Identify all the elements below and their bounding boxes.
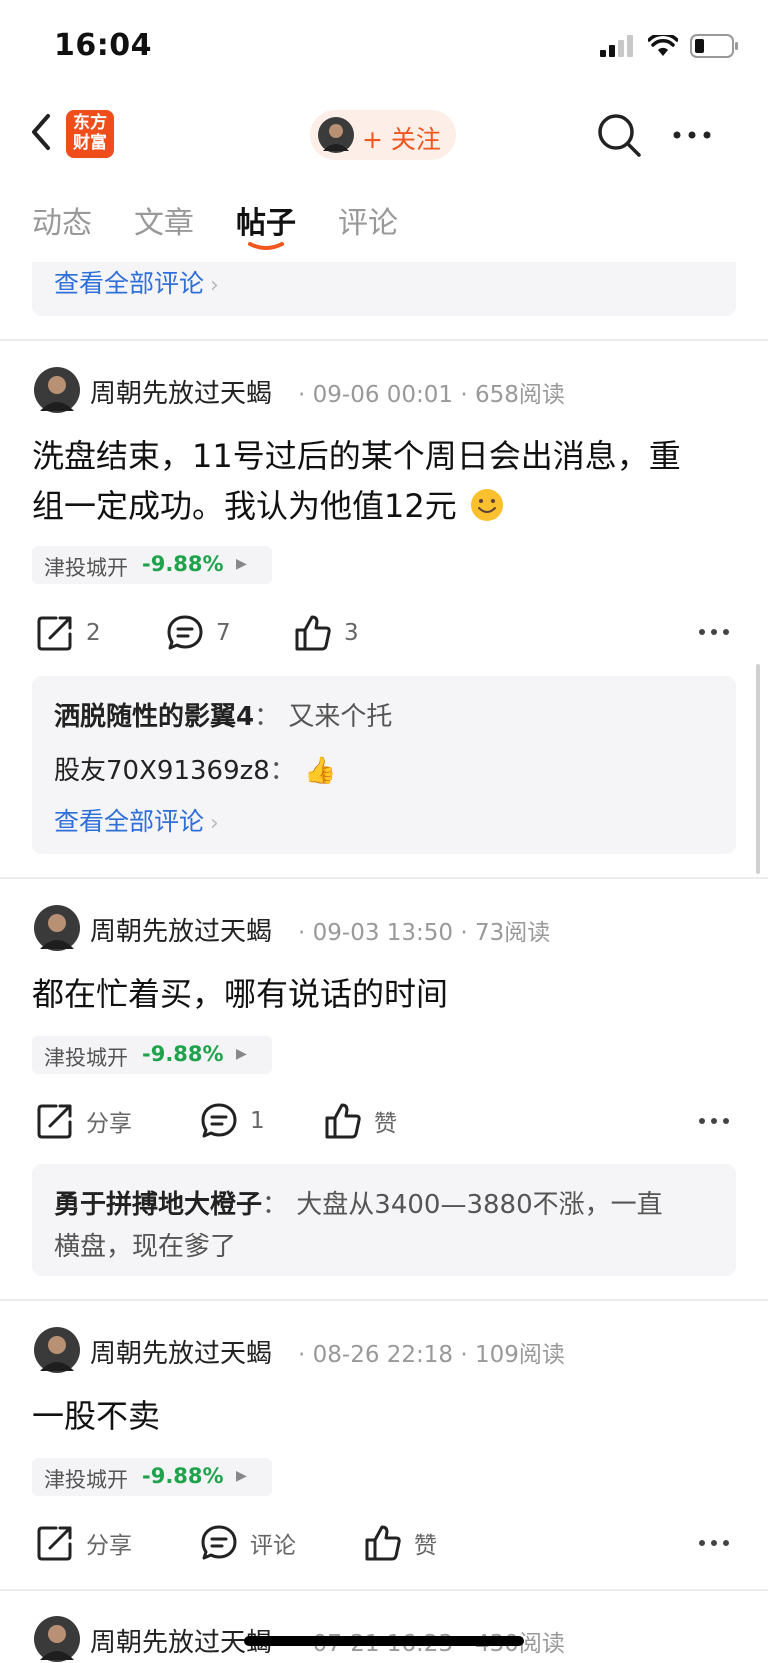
post-meta: · 09-03 13:50 · 73阅读	[298, 920, 551, 946]
comment-button[interactable]: 7	[166, 614, 231, 652]
tab-comments[interactable]: 评论	[338, 198, 398, 242]
post-header: 周朝先放过天蝎 · 09-06 00:01 · 658阅读	[34, 367, 734, 413]
comment-item[interactable]: 股友70X91369z8： 👍	[54, 750, 336, 787]
comment-icon	[201, 1525, 237, 1560]
follow-button[interactable]: + 关注	[310, 110, 456, 160]
status-time: 16:04	[54, 28, 152, 63]
post-more-icon[interactable]	[698, 1539, 730, 1547]
smiley-emoji-icon	[470, 489, 503, 521]
divider	[0, 1299, 768, 1301]
share-icon	[37, 1104, 72, 1139]
thumbs-up-icon	[295, 615, 331, 651]
comment-icon	[167, 615, 203, 650]
search-icon[interactable]	[596, 112, 642, 158]
tab-posts[interactable]: 帖子	[236, 198, 296, 242]
avatar[interactable]	[34, 905, 80, 951]
share-icon	[37, 616, 72, 651]
comment-button[interactable]: 1	[200, 1102, 265, 1140]
like-button[interactable]: 赞	[324, 1102, 397, 1140]
comment-icon	[201, 1103, 237, 1138]
post-header: 周朝先放过天蝎 · 08-26 22:18 · 109阅读	[34, 1327, 734, 1373]
avatar[interactable]	[34, 1327, 80, 1373]
thumbs-up-emoji: 👍	[304, 756, 337, 786]
thumbs-up-icon	[325, 1103, 361, 1139]
scrollbar[interactable]	[756, 664, 760, 874]
signal-icon	[600, 35, 633, 57]
post-more-icon[interactable]	[698, 628, 730, 636]
author-name[interactable]: 周朝先放过天蝎	[90, 911, 272, 948]
tab-active-indicator	[248, 242, 284, 250]
comment-card: 洒脱随性的影翼4： 又来个托 股友70X91369z8： 👍 查看全部评论 ›	[32, 676, 736, 854]
share-button[interactable]: 分享	[36, 1524, 132, 1562]
app-logo: 东方 财富	[66, 110, 114, 158]
post-meta: · 09-06 00:01 · 658阅读	[298, 382, 565, 408]
view-all-comments-link[interactable]: 查看全部评论 ›	[54, 802, 219, 838]
play-arrow-icon: ▶	[236, 1468, 247, 1484]
wifi-icon	[648, 35, 678, 56]
comment-item-continued: 横盘，现在爹了	[54, 1232, 237, 1262]
author-name[interactable]: 周朝先放过天蝎	[90, 373, 272, 410]
share-button[interactable]: 分享	[36, 1102, 132, 1140]
stock-tag[interactable]: 津投城开 -9.88% ▶	[32, 1458, 272, 1496]
divider	[0, 877, 768, 879]
tab-bar: 动态 文章 帖子 评论	[0, 198, 768, 254]
like-button[interactable]: 3	[294, 614, 359, 652]
author-name[interactable]: 周朝先放过天蝎	[90, 1333, 272, 1370]
comment-item[interactable]: 勇于拼搏地大橙子： 大盘从3400—3880不涨，一直	[54, 1184, 663, 1221]
comment-item[interactable]: 洒脱随性的影翼4： 又来个托	[54, 696, 392, 733]
follow-label: + 关注	[362, 125, 441, 154]
like-button[interactable]: 赞	[364, 1524, 437, 1562]
post-meta: · 08-26 22:18 · 109阅读	[298, 1342, 565, 1368]
tab-dynamics[interactable]: 动态	[32, 198, 92, 242]
thumbs-up-icon	[365, 1525, 401, 1561]
post-content[interactable]: 一股不卖	[32, 1391, 732, 1441]
divider	[0, 1589, 768, 1591]
post-content[interactable]: 洗盘结束，11号过后的某个周日会出消息，重 组一定成功。我认为他值12元	[32, 431, 732, 531]
chevron-right-icon: ›	[210, 273, 219, 298]
post-more-icon[interactable]	[698, 1117, 730, 1125]
status-bar: 16:04	[0, 0, 768, 96]
tab-articles[interactable]: 文章	[134, 198, 194, 242]
avatar[interactable]	[34, 367, 80, 413]
share-icon	[37, 1526, 72, 1561]
comment-button[interactable]: 评论	[200, 1524, 296, 1562]
comment-card: 勇于拼搏地大橙子： 大盘从3400—3880不涨，一直 横盘，现在爹了	[32, 1164, 736, 1276]
view-all-comments-link[interactable]: 查看全部评论 ›	[54, 264, 219, 300]
post-header: 周朝先放过天蝎 · 09-03 13:50 · 73阅读	[34, 905, 734, 951]
nav-bar: 东方 财富 + 关注	[0, 100, 768, 170]
chevron-right-icon: ›	[210, 811, 219, 836]
share-button[interactable]: 2	[36, 614, 101, 652]
play-arrow-icon: ▶	[236, 1046, 247, 1062]
home-indicator[interactable]	[244, 1636, 524, 1646]
avatar[interactable]	[34, 1616, 80, 1662]
stock-tag[interactable]: 津投城开 -9.88% ▶	[32, 1036, 272, 1074]
back-arrow-icon[interactable]	[26, 112, 56, 152]
avatar	[318, 117, 354, 153]
battery-icon	[690, 34, 738, 58]
more-icon[interactable]	[672, 130, 712, 140]
divider	[0, 339, 768, 341]
post-content[interactable]: 都在忙着买，哪有说话的时间	[32, 969, 732, 1019]
comment-card: 查看全部评论 ›	[32, 262, 736, 316]
play-arrow-icon: ▶	[236, 556, 247, 572]
stock-tag[interactable]: 津投城开 -9.88% ▶	[32, 546, 272, 584]
